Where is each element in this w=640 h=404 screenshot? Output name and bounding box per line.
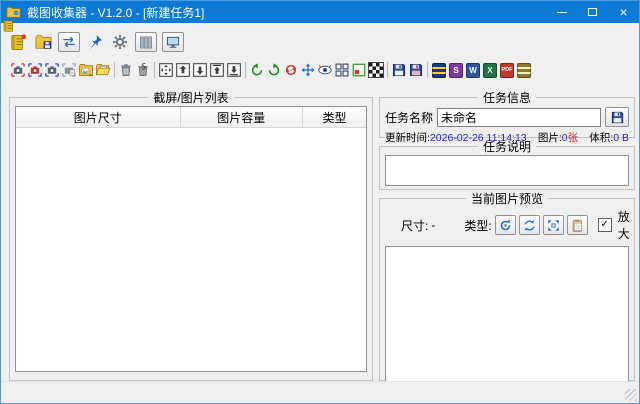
capture-window-icon[interactable] <box>44 62 60 79</box>
move-top-icon[interactable] <box>209 62 225 79</box>
pin-icon[interactable] <box>85 32 105 52</box>
zoom-checkbox[interactable]: ✓ <box>598 218 612 232</box>
task-desc-input[interactable] <box>385 155 629 186</box>
task-info-header: 任务信息 <box>478 89 536 106</box>
delete-all-icon[interactable] <box>135 62 151 79</box>
undo-icon[interactable] <box>249 62 265 79</box>
toolbar-separator <box>114 62 115 78</box>
export-archive-icon[interactable] <box>431 62 447 79</box>
settings-gear-icon[interactable] <box>110 32 130 52</box>
task-name-label: 任务名称 <box>385 109 433 126</box>
resize-grip[interactable] <box>625 389 637 401</box>
preview-area <box>385 246 629 387</box>
view-icon[interactable] <box>317 62 333 79</box>
minimize-button[interactable] <box>546 1 577 23</box>
export-excel-icon[interactable]: X <box>482 62 498 79</box>
delete-icon[interactable] <box>118 62 134 79</box>
import-folder-icon[interactable] <box>95 62 111 79</box>
app-window: 截图收集器 - V1.2.0 - [新建任务1] × <box>0 0 640 404</box>
export-word-icon[interactable]: W <box>465 62 481 79</box>
save-as-icon[interactable] <box>408 62 424 79</box>
toolbar-separator <box>427 62 428 78</box>
monitor-capture-icon[interactable] <box>162 32 184 52</box>
toolbar-separator <box>245 62 246 78</box>
zoom-checkbox-label: 放大 <box>618 208 630 242</box>
import-image-icon[interactable] <box>78 62 94 79</box>
tile-icon[interactable] <box>334 62 350 79</box>
columns-panel-icon[interactable] <box>135 32 157 52</box>
capture-toolbar: S W X PDF <box>10 61 532 79</box>
maximize-button[interactable] <box>577 1 608 23</box>
task-desc-panel: 任务说明 <box>379 138 635 190</box>
preview-size-value: - <box>431 218 435 232</box>
preview-panel: 当前图片预览 尺寸: - 类型: ✓ 放大 <box>379 190 635 381</box>
floppy-icon <box>610 110 625 125</box>
toolbar-separator <box>154 62 155 78</box>
preview-header: 当前图片预览 <box>466 190 548 207</box>
fit-view-button[interactable] <box>543 215 564 235</box>
toolbar-separator <box>387 62 388 78</box>
paste-image-button[interactable] <box>567 215 588 235</box>
export-pdf-icon[interactable]: PDF <box>499 62 515 79</box>
paste-image-icon <box>570 218 585 233</box>
preview-size-label: 尺寸: <box>401 217 428 234</box>
window-title: 截图收集器 - V1.2.0 - [新建任务1] <box>27 4 204 21</box>
export-text-icon[interactable] <box>516 62 532 79</box>
export-share-icon[interactable]: S <box>448 62 464 79</box>
status-bar <box>1 381 639 403</box>
rotate-view-button[interactable] <box>495 215 516 235</box>
redo-icon[interactable] <box>266 62 282 79</box>
column-header-size[interactable]: 图片尺寸 <box>16 107 181 127</box>
task-desc-header: 任务说明 <box>478 138 536 155</box>
main-toolbar <box>8 30 184 54</box>
column-header-capacity[interactable]: 图片容量 <box>181 107 304 127</box>
close-button[interactable]: × <box>608 1 639 23</box>
task-name-input[interactable] <box>437 108 601 127</box>
new-task-icon[interactable] <box>8 32 28 52</box>
screenshot-list: 图片尺寸 图片容量 类型 <box>15 106 367 372</box>
save-icon[interactable] <box>391 62 407 79</box>
capture-fullscreen-icon[interactable] <box>10 62 26 79</box>
app-folder-icon <box>6 6 21 19</box>
screenshot-list-header: 截屏/图片列表 <box>148 89 233 106</box>
move-bottom-icon[interactable] <box>226 62 242 79</box>
open-task-icon[interactable] <box>33 32 53 52</box>
rotate-view-icon <box>498 218 513 233</box>
preview-type-label: 类型: <box>464 217 491 234</box>
resize-icon[interactable] <box>300 62 316 79</box>
crop-icon[interactable] <box>351 62 367 79</box>
task-info-panel: 任务信息 任务名称 更新时间:2026-02-26 11:14:13 图片:0张… <box>379 89 635 138</box>
move-up-icon[interactable] <box>175 62 191 79</box>
capture-element-icon[interactable] <box>61 62 77 79</box>
transfer-icon[interactable] <box>58 32 80 52</box>
screenshot-list-panel: 截屏/图片列表 图片尺寸 图片容量 类型 <box>9 89 373 381</box>
column-header-type[interactable]: 类型 <box>303 107 366 127</box>
list-header-row: 图片尺寸 图片容量 类型 <box>16 107 366 128</box>
list-body-empty <box>16 128 366 371</box>
fit-view-icon <box>546 218 561 233</box>
move-down-icon[interactable] <box>192 62 208 79</box>
refresh-view-icon <box>522 218 537 233</box>
transparency-icon[interactable] <box>368 62 384 79</box>
titlebar[interactable]: 截图收集器 - V1.2.0 - [新建任务1] × <box>1 1 639 23</box>
capture-region-icon[interactable] <box>27 62 43 79</box>
rotate-icon[interactable] <box>283 62 299 79</box>
refresh-view-button[interactable] <box>519 215 540 235</box>
move-icon[interactable] <box>158 62 174 79</box>
save-task-button[interactable] <box>605 107 629 127</box>
